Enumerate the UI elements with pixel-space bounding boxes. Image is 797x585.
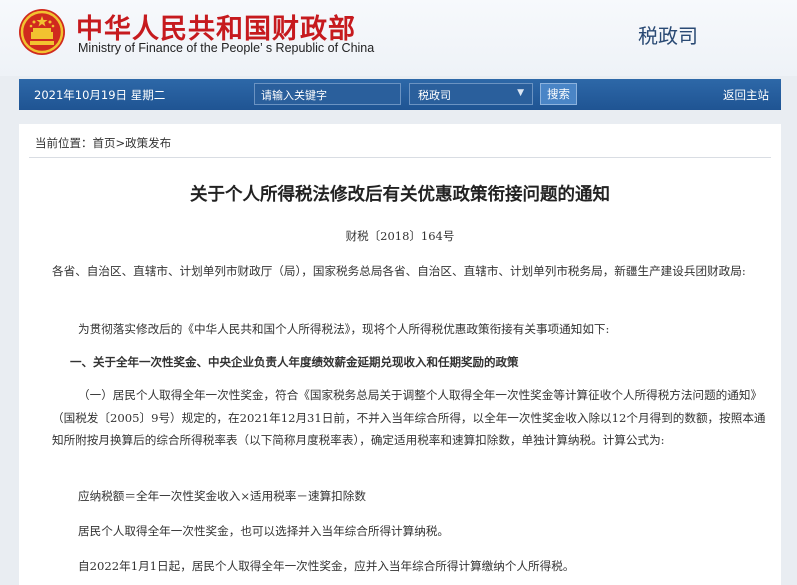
formula-paragraph: 应纳税额＝全年一次性奖金收入×适用税率－速算扣除数 [78,489,366,503]
article-title: 关于个人所得税法修改后有关优惠政策衔接问题的通知 [190,185,610,205]
section-heading: 一、关于全年一次性奖金、中央企业负责人年度绩效薪金延期兑现收入和任期奖励的政策 [70,355,519,369]
current-date: 2021年10月19日 星期二 [34,88,166,102]
breadcrumb: 当前位置：首页>政策发布 [35,135,171,151]
breadcrumb-home-link[interactable]: 首页 [93,136,116,150]
article-card: 当前位置：首页>政策发布 关于个人所得税法修改后有关优惠政策衔接问题的通知 财税… [19,124,781,585]
option-paragraph: 居民个人取得全年一次性奖金，也可以选择并入当年综合所得计算纳税。 [78,524,450,538]
department-select[interactable]: 税政司 ▼ [409,83,533,105]
divider [29,157,771,158]
nav-bar: 2021年10月19日 星期二 请输入关键字 税政司 ▼ 搜索 返回主站 [19,79,781,110]
department-select-value: 税政司 [418,89,451,102]
breadcrumb-separator: > [115,136,126,150]
breadcrumb-prefix: 当前位置： [35,136,93,150]
section-paragraph-text: （一）居民个人取得全年一次性奖金，符合《国家税务总局关于调整个人取得全年一次性奖… [52,388,766,447]
ministry-name-en: Ministry of Finance of the People’ s Rep… [78,41,375,55]
breadcrumb-current-link[interactable]: 政策发布 [125,136,171,150]
national-emblem-icon [19,9,65,55]
addressee-paragraph: 各省、自治区、直辖市、计划单列市财政厅（局），国家税务总局各省、自治区、直辖市、… [52,264,746,278]
search-button[interactable]: 搜索 [540,83,577,105]
site-header: 中华人民共和国财政部 Ministry of Finance of the Pe… [0,0,797,76]
chevron-down-icon: ▼ [517,88,524,98]
search-input[interactable]: 请输入关键字 [254,83,401,105]
section-paragraph: （一）居民个人取得全年一次性奖金，符合《国家税务总局关于调整个人取得全年一次性奖… [52,384,769,452]
document-number: 财税〔2018〕164号 [345,229,455,243]
department-name: 税政司 [638,24,698,48]
intro-paragraph: 为贯彻落实修改后的《中华人民共和国个人所得税法》，现将个人所得税优惠政策衔接有关… [78,322,610,336]
return-home-link[interactable]: 返回主站 [723,87,769,103]
future-paragraph: 自2022年1月1日起，居民个人取得全年一次性奖金，应并入当年综合所得计算缴纳个… [78,559,575,573]
